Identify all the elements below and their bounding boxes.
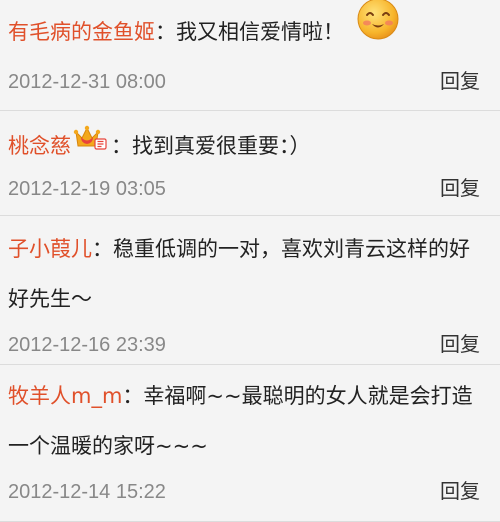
reply-button[interactable]: 回复	[440, 324, 480, 364]
comment-item: 有毛病的金鱼姬：我又相信爱情啦！ 2012-12-31 08:00 回复	[0, 0, 500, 111]
comment-author[interactable]: 有毛病的金鱼姬	[8, 20, 155, 44]
comment-body: 子小葭儿：稳重低调的一对，喜欢刘青云这样的好好先生～	[8, 216, 480, 324]
comment-item: 桃念慈 ：找到真爱很重要：） 2012-12-19 03:05 回复	[0, 111, 500, 216]
reply-button[interactable]: 回复	[440, 471, 480, 511]
comment-item: 牧羊人m_m：幸福啊~~最聪明的女人就是会打造一个温暖的家呀~~~ 2012-1…	[0, 365, 500, 522]
comment-timestamp: 2012-12-14 15:22	[8, 481, 166, 503]
reply-button[interactable]: 回复	[440, 168, 480, 208]
comment-body: 牧羊人m_m：幸福啊~~最聪明的女人就是会打造一个温暖的家呀~~~	[8, 365, 480, 471]
comment-timestamp: 2012-12-19 03:05	[8, 178, 166, 200]
comment-author[interactable]: 子小葭儿	[8, 237, 92, 261]
comment-text: ：找到真爱很重要：）	[111, 134, 311, 158]
comment-meta: 2012-12-19 03:05 回复	[8, 168, 480, 208]
comment-text: ：我又相信爱情啦！	[155, 20, 344, 44]
comment-meta: 2012-12-31 08:00 回复	[8, 61, 480, 101]
comment-author[interactable]: 牧羊人m_m	[8, 384, 122, 408]
comment-timestamp: 2012-12-16 23:39	[8, 334, 166, 356]
comment-timestamp: 2012-12-31 08:00	[8, 71, 166, 93]
reply-button[interactable]: 回复	[440, 61, 480, 101]
vip-crown-icon	[73, 122, 109, 167]
comment-body: 有毛病的金鱼姬：我又相信爱情啦！	[8, 0, 480, 61]
comment-author[interactable]: 桃念慈	[8, 134, 71, 158]
comment-meta: 2012-12-16 23:39 回复	[8, 324, 480, 364]
blushing-smile-emoji-icon	[356, 0, 400, 61]
comment-body: 桃念慈 ：找到真爱很重要：）	[8, 111, 480, 168]
comment-list: 有毛病的金鱼姬：我又相信爱情啦！ 2012-12-31 08:00 回复 桃念慈…	[0, 0, 500, 522]
comment-meta: 2012-12-14 15:22 回复	[8, 471, 480, 511]
comment-item: 子小葭儿：稳重低调的一对，喜欢刘青云这样的好好先生～ 2012-12-16 23…	[0, 216, 500, 365]
